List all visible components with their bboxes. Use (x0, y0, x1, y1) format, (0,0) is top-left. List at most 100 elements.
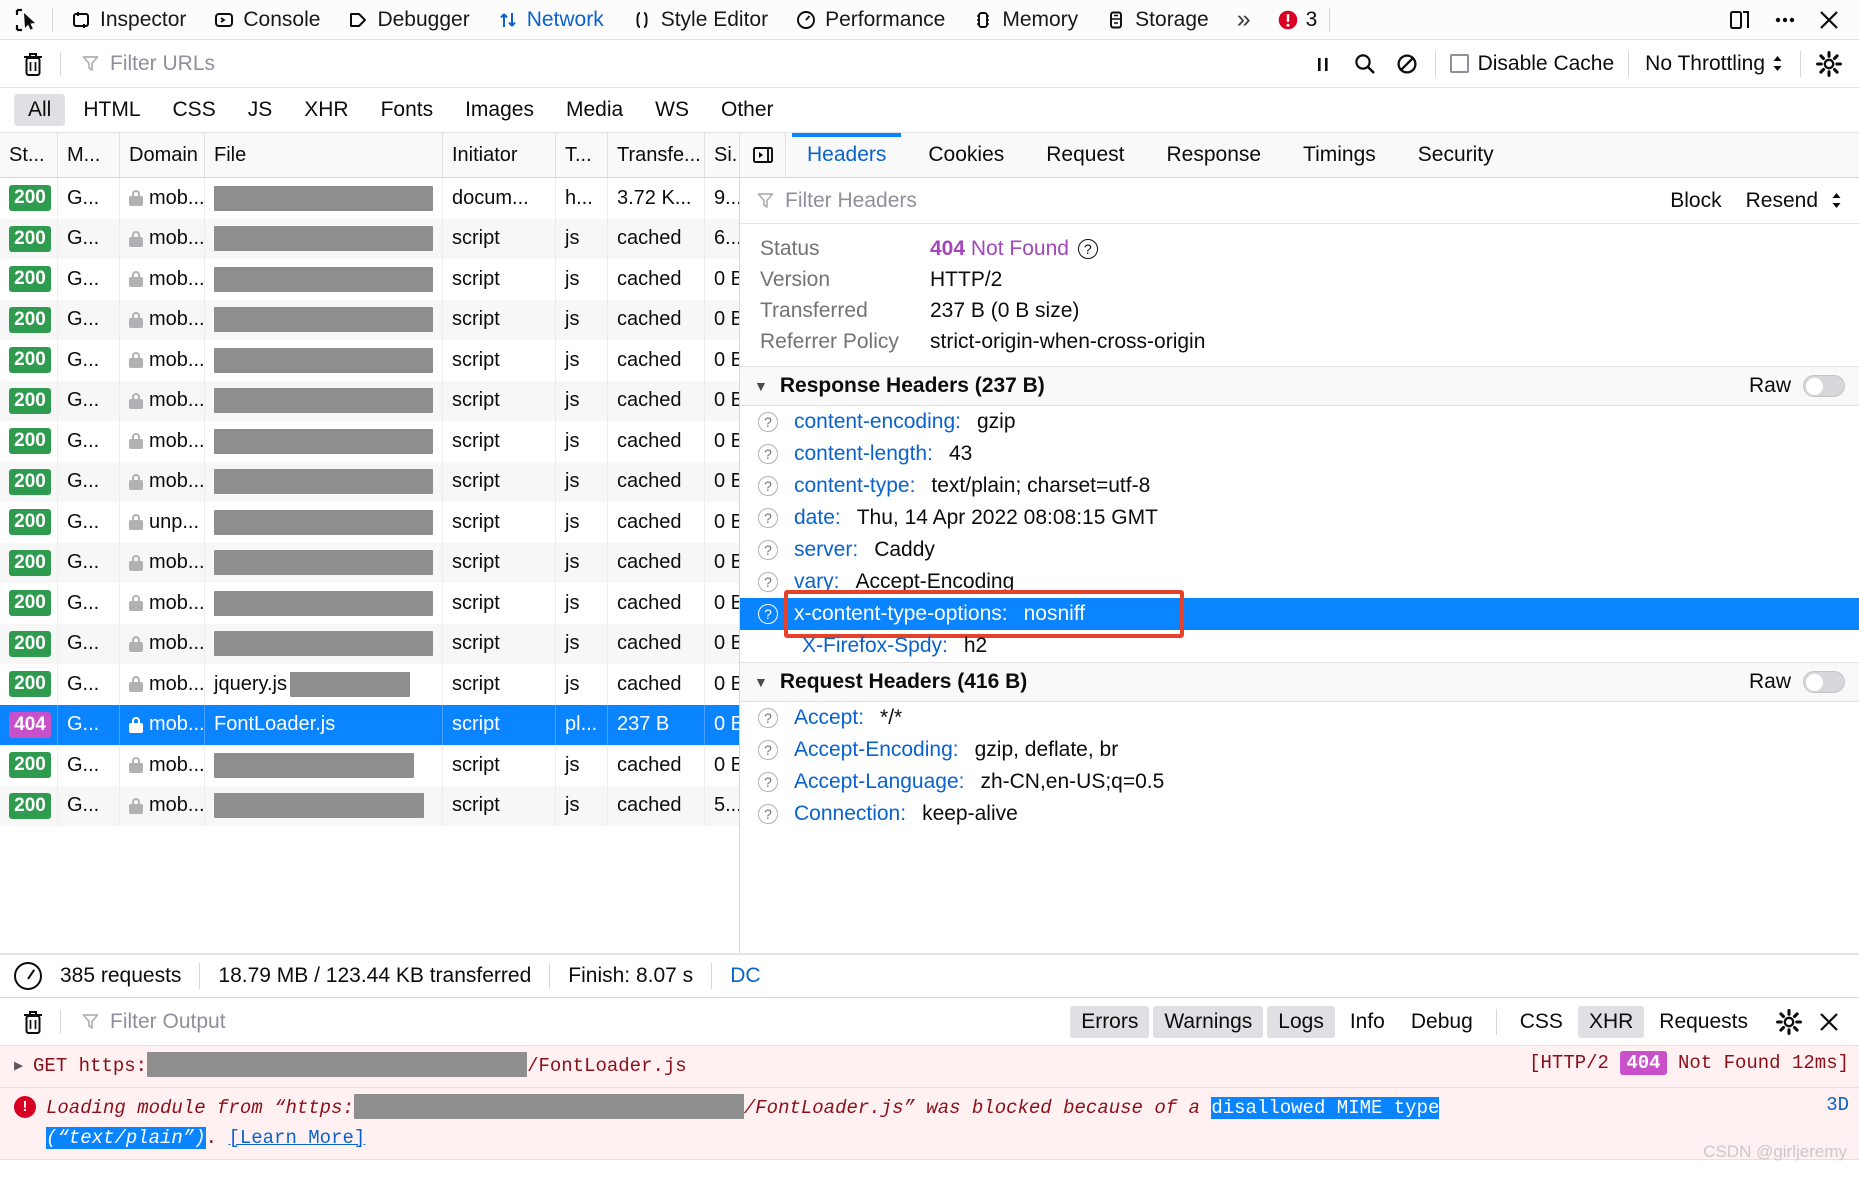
type-filter-xhr[interactable]: XHR (290, 94, 362, 126)
type-filter-media[interactable]: Media (552, 94, 637, 126)
type-filter-ws[interactable]: WS (641, 94, 703, 126)
header-row[interactable]: ? content-length: 43 (740, 438, 1859, 470)
tab-console[interactable]: Console (200, 0, 334, 39)
header-row[interactable]: ? Accept: */* (740, 702, 1859, 734)
trash-icon[interactable] (10, 42, 56, 86)
header-row[interactable]: ? Accept-Encoding: gzip, deflate, br (740, 734, 1859, 766)
help-icon[interactable]: ? (758, 604, 778, 624)
console-filter-requests[interactable]: Requests (1648, 1006, 1759, 1038)
table-row[interactable]: 200G...mob... scriptjscached0 B (0, 623, 739, 664)
header-row[interactable]: ? server: Caddy (740, 534, 1859, 566)
responsive-design-mode-icon[interactable] (1721, 1, 1761, 39)
throttling-select[interactable]: No Throttling (1637, 52, 1792, 76)
tab-request[interactable]: Request (1025, 133, 1145, 177)
tab-response[interactable]: Response (1145, 133, 1282, 177)
table-row[interactable]: 200G...mob...jquery.jsscriptjscached0 B (0, 664, 739, 705)
more-options-icon[interactable] (1765, 1, 1805, 39)
help-icon[interactable]: ? (758, 476, 778, 496)
console-error-source[interactable]: 3D (1812, 1094, 1849, 1116)
resend-button[interactable]: Resend (1734, 185, 1830, 217)
search-input[interactable]: Filter URLs (65, 44, 1303, 84)
search-icon[interactable] (1345, 45, 1385, 83)
table-row[interactable]: 200G...mob... scriptjscached0 B (0, 745, 739, 786)
column-header-transferred[interactable]: Transfe... (608, 133, 705, 177)
tab-headers[interactable]: Headers (786, 133, 907, 177)
table-row[interactable]: 200G...mob... scriptjscached0 B (0, 583, 739, 624)
column-header-type[interactable]: T... (556, 133, 608, 177)
column-header-initiator[interactable]: Initiator (443, 133, 556, 177)
type-filter-images[interactable]: Images (451, 94, 548, 126)
help-icon[interactable]: ? (758, 508, 778, 528)
table-row[interactable]: 200G...mob... scriptjscached0 B (0, 259, 739, 300)
help-icon[interactable]: ? (1077, 238, 1098, 259)
tab-security[interactable]: Security (1397, 133, 1515, 177)
pause-icon[interactable] (1303, 45, 1343, 83)
console-filter-logs[interactable]: Logs (1267, 1005, 1335, 1038)
column-header-status[interactable]: St... (0, 133, 58, 177)
table-row[interactable]: 200G...mob... scriptjscached0 B (0, 380, 739, 421)
tab-style-editor[interactable]: Style Editor (618, 0, 782, 39)
tab-debugger[interactable]: Debugger (334, 0, 483, 39)
help-icon[interactable]: ? (758, 804, 778, 824)
table-row[interactable]: 200G...mob... scriptjscached0 B (0, 461, 739, 502)
help-icon[interactable]: ? (758, 708, 778, 728)
header-row[interactable]: ? content-encoding: gzip (740, 406, 1859, 438)
console-filter-xhr[interactable]: XHR (1577, 1005, 1645, 1038)
tab-network[interactable]: Network (484, 0, 618, 39)
tab-memory[interactable]: Memory (959, 0, 1092, 39)
help-icon[interactable]: ? (758, 444, 778, 464)
console-filter-warnings[interactable]: Warnings (1153, 1005, 1264, 1038)
tab-performance[interactable]: Performance (782, 0, 959, 39)
help-icon[interactable]: ? (758, 740, 778, 760)
column-header-method[interactable]: M... (58, 133, 120, 177)
header-row[interactable]: ? date: Thu, 14 Apr 2022 08:08:15 GMT (740, 502, 1859, 534)
header-row[interactable]: ? Accept-Language: zh-CN,en-US;q=0.5 (740, 766, 1859, 798)
type-filter-html[interactable]: HTML (69, 94, 154, 126)
close-icon[interactable] (1809, 1, 1849, 39)
table-row[interactable]: 200G...mob... docum...h...3.72 K...9... (0, 178, 739, 219)
tab-storage[interactable]: Storage (1092, 0, 1223, 39)
console-filter-info[interactable]: Info (1339, 1006, 1396, 1038)
table-row[interactable]: 200G...mob... scriptjscached0 B (0, 421, 739, 462)
column-header-size[interactable]: Si... (705, 133, 740, 177)
expand-triangle-icon[interactable]: ▶ (14, 1052, 23, 1075)
header-row[interactable]: ? Connection: keep-alive (740, 798, 1859, 830)
header-row[interactable]: ? vary: Accept-Encoding (740, 566, 1859, 598)
type-filter-other[interactable]: Other (707, 94, 788, 126)
disable-cache-checkbox[interactable]: Disable Cache (1444, 52, 1621, 76)
table-row[interactable]: 200G...mob... scriptjscached0 B (0, 299, 739, 340)
error-count-indicator[interactable]: 3 (1261, 8, 1326, 32)
table-row[interactable]: 200G...mob... scriptjscached0 B (0, 340, 739, 381)
block-icon[interactable] (1387, 45, 1427, 83)
console-filter-input[interactable]: Filter Output (65, 1010, 1068, 1034)
column-header-file[interactable]: File (205, 133, 443, 177)
chevron-updown-icon[interactable] (1830, 191, 1843, 210)
help-icon[interactable]: ? (758, 572, 778, 592)
console-filter-debug[interactable]: Debug (1400, 1006, 1484, 1038)
type-filter-fonts[interactable]: Fonts (367, 94, 448, 126)
tab-timings[interactable]: Timings (1282, 133, 1397, 177)
headers-filter-input[interactable]: Filter Headers (785, 189, 917, 213)
gear-icon[interactable] (1809, 45, 1849, 83)
gear-icon[interactable] (1769, 1003, 1809, 1041)
trash-icon[interactable] (10, 1000, 56, 1044)
help-icon[interactable]: ? (758, 540, 778, 560)
console-message-error[interactable]: ! Loading module from “https: /FontLoader… (0, 1088, 1859, 1161)
tab-inspector[interactable]: Inspector (57, 0, 200, 39)
request-headers-section-header[interactable]: ▼ Request Headers (416 B) Raw (740, 662, 1859, 702)
table-row[interactable]: 404 G... mob... FontLoader.js script pl... 237… (0, 704, 739, 745)
raw-toggle[interactable] (1803, 375, 1845, 397)
console-filter-errors[interactable]: Errors (1070, 1005, 1150, 1038)
block-button[interactable]: Block (1658, 185, 1733, 217)
type-filter-css[interactable]: CSS (159, 94, 230, 126)
help-icon[interactable]: ? (758, 412, 778, 432)
raw-toggle[interactable] (1803, 671, 1845, 693)
console-message-network[interactable]: ▶ GET https: /FontLoader.js [HTTP/2 404 N… (0, 1046, 1859, 1089)
element-picker-icon[interactable] (6, 1, 48, 39)
help-icon[interactable]: ? (758, 772, 778, 792)
type-filter-js[interactable]: JS (234, 94, 287, 126)
console-filter-css[interactable]: CSS (1509, 1006, 1574, 1038)
header-row[interactable]: ? content-type: text/plain; charset=utf-8 (740, 470, 1859, 502)
header-row[interactable]: ? x-content-type-options: nosniff (740, 598, 1859, 630)
close-icon[interactable] (1809, 1003, 1849, 1041)
